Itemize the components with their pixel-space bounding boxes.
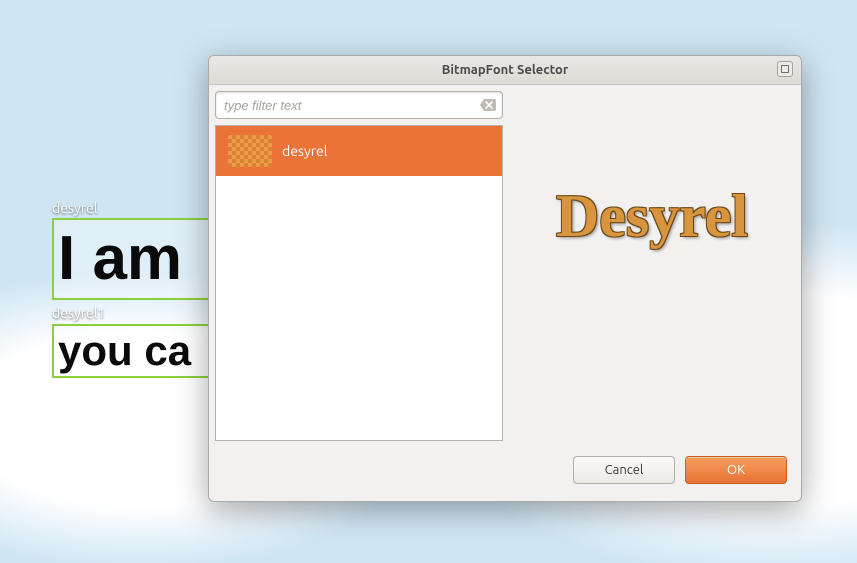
dialog-left-column: desyrel <box>215 91 503 441</box>
dialog-button-bar: Cancel OK <box>209 447 801 501</box>
font-thumbnail-icon <box>228 135 272 167</box>
font-preview-pane: Desyrel <box>509 91 795 441</box>
filter-field-wrapper <box>215 91 503 119</box>
dialog-titlebar[interactable]: BitmapFont Selector <box>209 56 801 85</box>
cancel-button[interactable]: Cancel <box>573 456 675 484</box>
editor-box-label: desyrel1 <box>52 305 105 321</box>
dialog-title: BitmapFont Selector <box>442 63 568 77</box>
maximize-button[interactable] <box>777 61 793 77</box>
font-list[interactable]: desyrel <box>215 125 503 441</box>
bitmapfont-selector-dialog: BitmapFont Selector desyrel <box>208 55 802 502</box>
list-item-label: desyrel <box>282 143 327 159</box>
list-item[interactable]: desyrel <box>216 126 502 176</box>
dialog-body: desyrel Desyrel <box>209 85 801 447</box>
font-preview-text: Desyrel <box>556 182 748 251</box>
editor-box-label: desyrel <box>52 200 97 216</box>
clear-filter-icon[interactable] <box>480 99 496 112</box>
ok-button[interactable]: OK <box>685 456 787 484</box>
filter-input[interactable] <box>222 97 480 114</box>
